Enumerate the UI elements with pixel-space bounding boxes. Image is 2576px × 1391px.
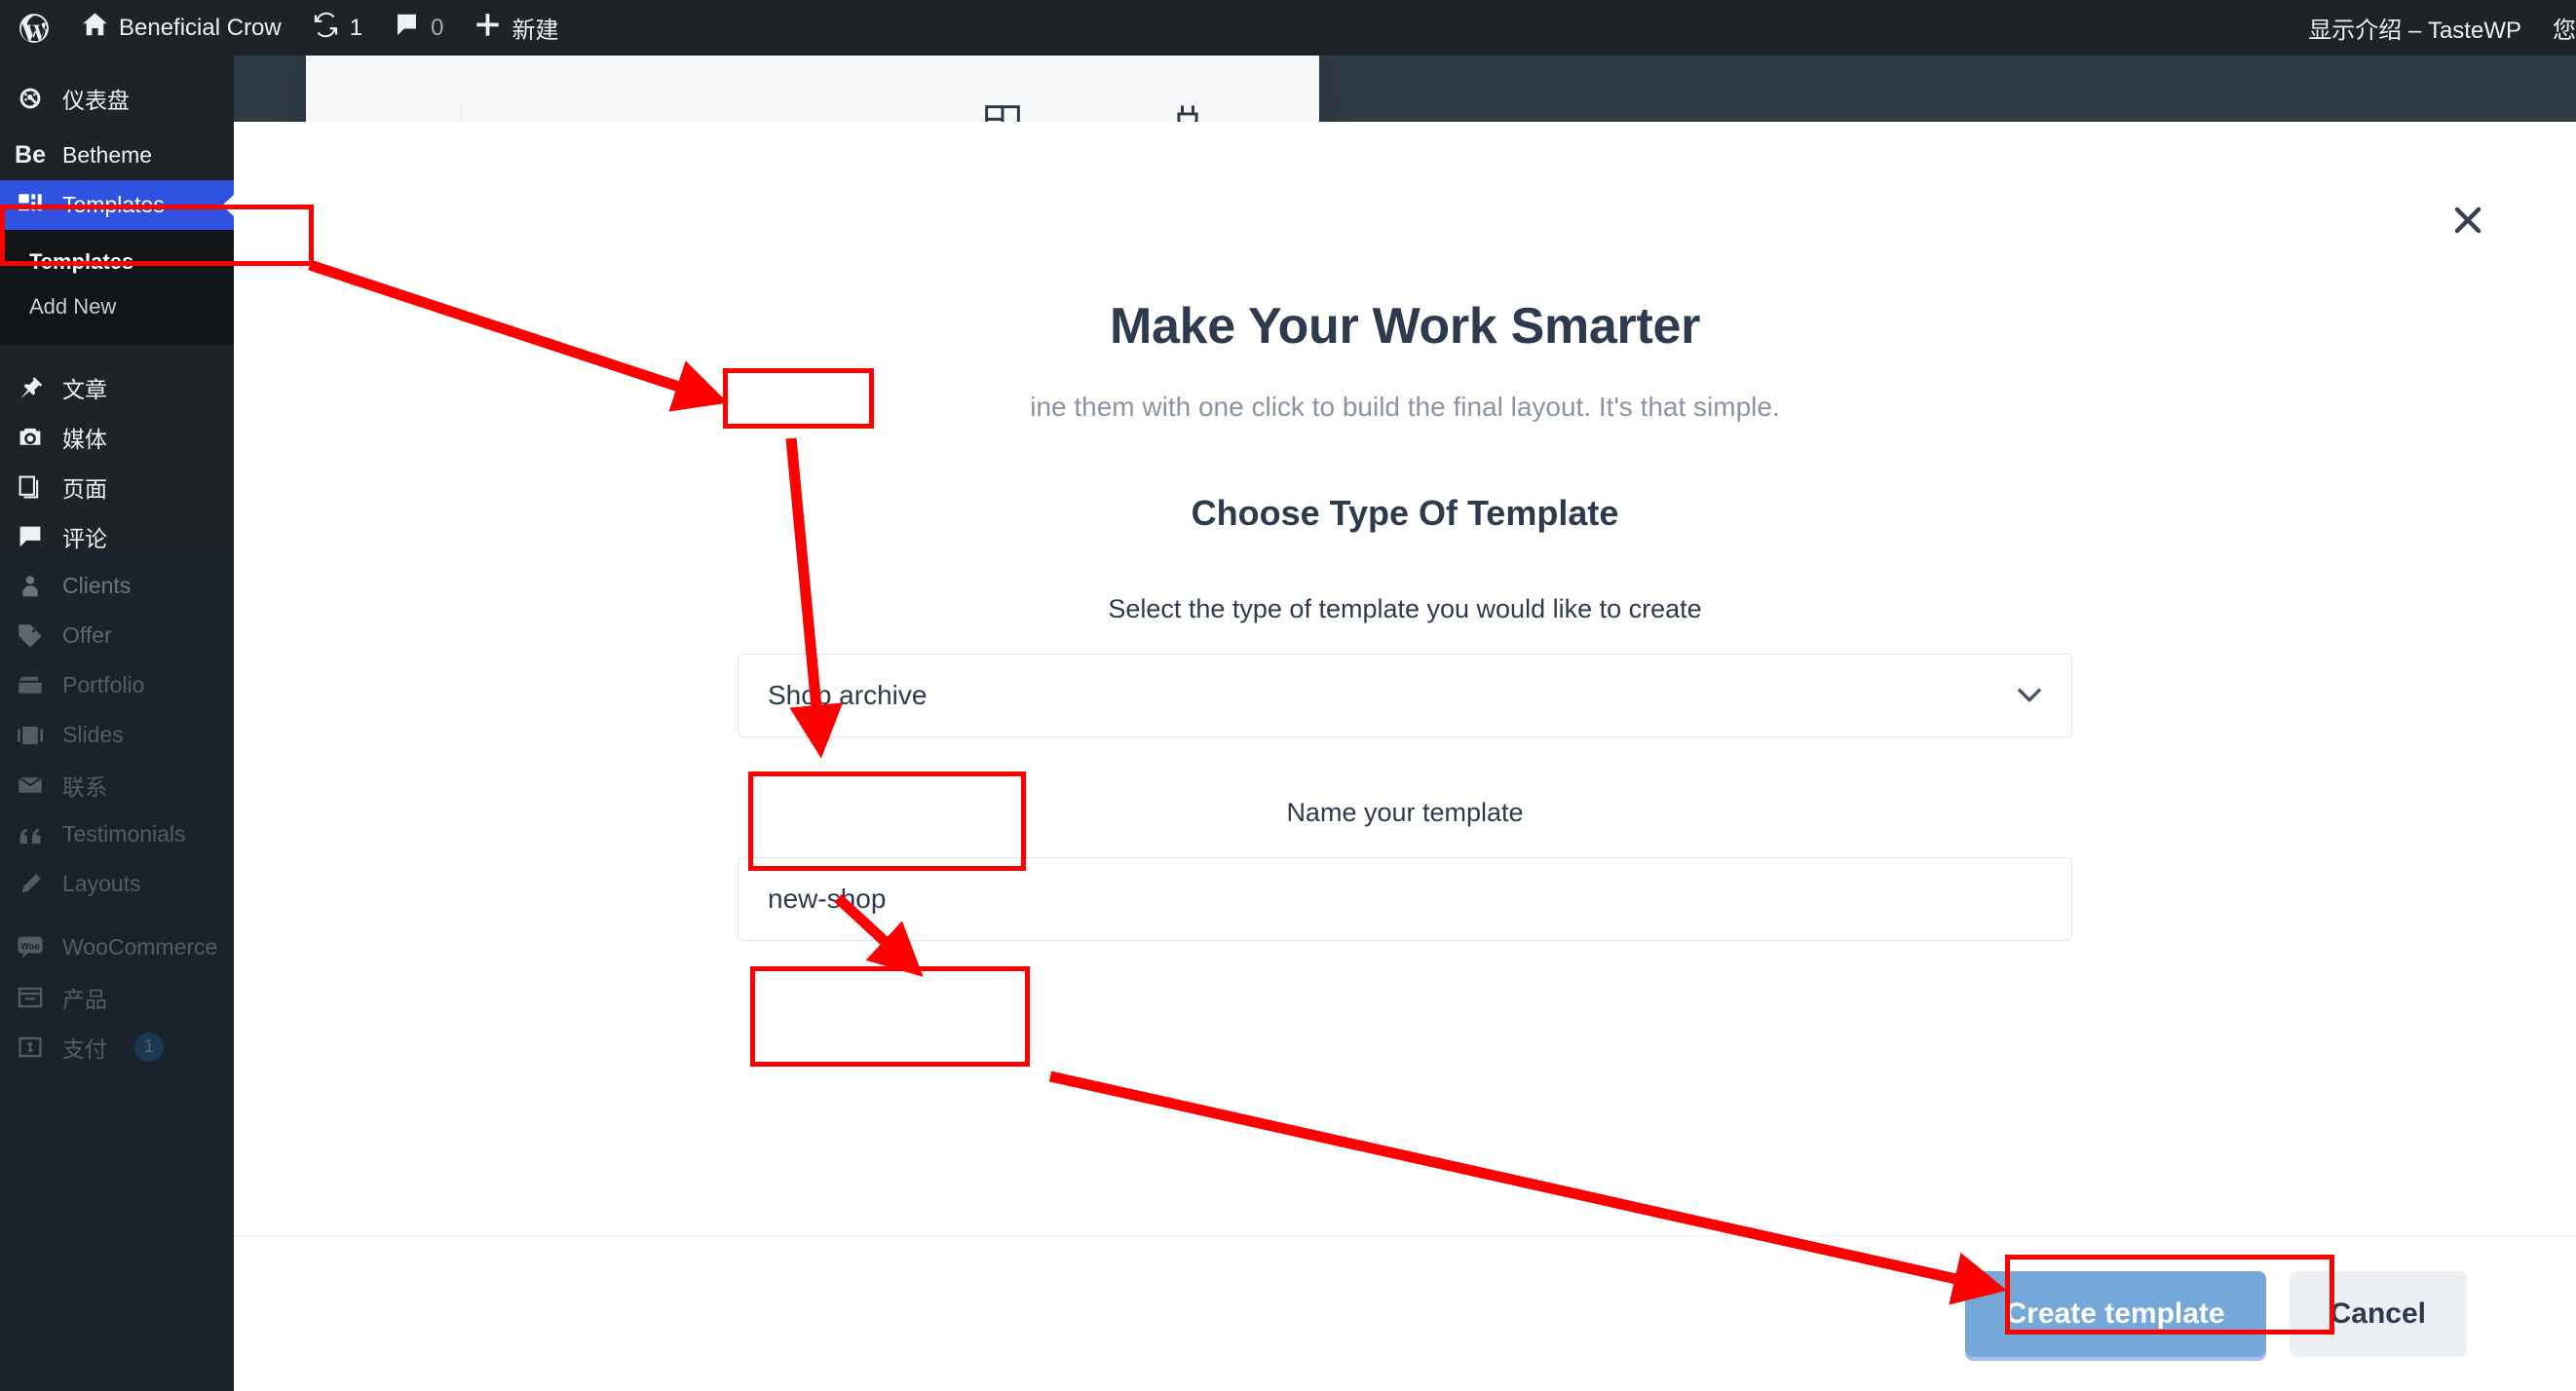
template-type-select[interactable]: Shop archive [738, 654, 2072, 737]
modal-hero: Make Your Work Smarter ine them with one… [234, 122, 2576, 534]
dashboard-icon [14, 86, 47, 111]
updates-count: 1 [349, 14, 363, 41]
plus-icon [474, 12, 501, 45]
wp-logo-menu[interactable] [0, 0, 66, 56]
sidebar-submenu: Templates Add New [0, 230, 234, 345]
comment-icon [14, 524, 47, 549]
template-type-value: Shop archive [768, 680, 928, 710]
account-menu[interactable]: 您 [2537, 0, 2576, 56]
sidebar-item-dashboard[interactable]: 仪表盘 [0, 73, 234, 123]
templates-icon [14, 193, 47, 218]
sidebar-item-templates[interactable]: Templates [0, 180, 235, 230]
sidebar-item-posts[interactable]: 文章 [0, 362, 234, 412]
site-name-menu[interactable]: Beneficial Crow [66, 0, 297, 56]
sidebar-item-label: 媒体 [62, 426, 107, 452]
new-content-label: 新建 [511, 18, 559, 44]
account-label: 您 [2553, 18, 2576, 44]
camera-icon [14, 425, 47, 450]
modal-footer: Create template Cancel [234, 1235, 2576, 1391]
sidebar-item-label: 文章 [62, 376, 107, 402]
sidebar-item-label: 仪表盘 [62, 87, 130, 113]
sidebar-item-label: 页面 [62, 475, 107, 502]
pages-icon [14, 474, 47, 500]
sidebar-item-pages[interactable]: 页面 [0, 462, 234, 511]
comments-count: 0 [431, 14, 444, 41]
sidebar-item-label: Betheme [62, 142, 153, 168]
template-name-label: Name your template [1286, 798, 1524, 827]
comments-menu[interactable]: 0 [378, 0, 459, 56]
close-icon[interactable] [2445, 198, 2490, 243]
be-icon: Be [15, 141, 46, 169]
modal-title: Make Your Work Smarter [1109, 298, 1701, 355]
cancel-button[interactable]: Cancel [2289, 1270, 2467, 1357]
sidebar-item-media[interactable]: 媒体 [0, 412, 234, 462]
template-type-label: Select the type of template you would li… [1108, 594, 1702, 623]
new-content-menu[interactable]: 新建 [459, 0, 574, 56]
template-type-field-wrap: Shop archive [234, 654, 2576, 737]
tastewp-label: 显示介绍 – TasteWP [2308, 18, 2521, 44]
comment-bubble-icon [394, 12, 420, 45]
pin-icon [14, 375, 47, 400]
home-icon [82, 12, 108, 45]
template-name-field-wrap: new-shop [234, 857, 2576, 941]
sidebar-item-label: 评论 [62, 525, 107, 551]
tastewp-intro-link[interactable]: 显示介绍 – TasteWP [2292, 0, 2537, 56]
wp-admin-bar: Beneficial Crow 1 0 新建 显示介绍 – TasteWP 您 [0, 0, 2576, 56]
section-heading: Choose Type Of Template [1191, 493, 1619, 533]
modal-subtitle: ine them with one click to build the fin… [1030, 392, 1780, 422]
template-name-value: new-shop [768, 883, 887, 914]
sidebar-separator [0, 123, 234, 131]
sidebar-submenu-templates[interactable]: Templates [0, 240, 234, 284]
sidebar-item-betheme[interactable]: Be Betheme [0, 131, 234, 180]
site-name-label: Beneficial Crow [119, 14, 282, 41]
template-name-input[interactable]: new-shop [738, 857, 2072, 941]
updates-menu[interactable]: 1 [297, 0, 378, 56]
sidebar-submenu-add-new[interactable]: Add New [0, 284, 234, 329]
wordpress-icon [18, 12, 51, 45]
sidebar-separator [0, 345, 234, 362]
app-root: 仪表盘 Be Betheme Templates Templates Add N… [0, 0, 2576, 1391]
chevron-down-icon [2015, 680, 2044, 711]
sidebar-item-label: Templates [62, 192, 165, 217]
create-template-button[interactable]: Create template [1964, 1270, 2266, 1357]
admin-bar-right: 显示介绍 – TasteWP 您 [2292, 0, 2576, 56]
updates-icon [313, 12, 339, 45]
create-template-modal: Make Your Work Smarter ine them with one… [234, 122, 2576, 1391]
